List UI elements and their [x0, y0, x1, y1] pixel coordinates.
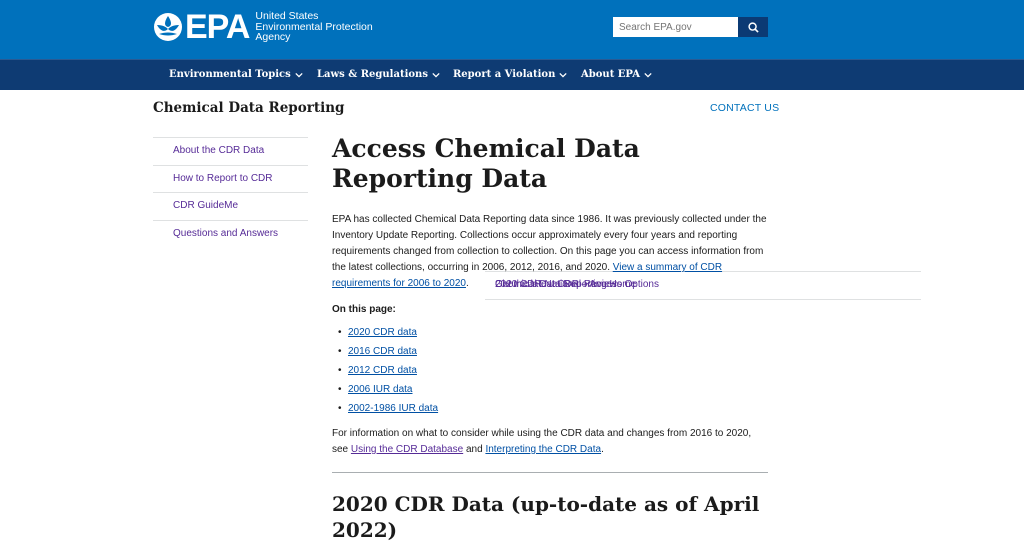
site-header: EPA United States Environmental Protecti… [0, 0, 1024, 59]
epa-flower-icon [153, 12, 183, 42]
nav-label: Environmental Topics [169, 69, 291, 80]
main-nav: Environmental Topics Laws & Regulations … [0, 59, 1024, 90]
agency-line-3: Agency [255, 31, 291, 43]
link-2020-cdr-data[interactable]: 2020 CDR data [348, 327, 417, 338]
nav-report-violation[interactable]: Report a Violation [453, 60, 568, 90]
list-item: 2002-1986 IUR data [338, 399, 768, 418]
interpreting-cdr-data-link[interactable]: Interpreting the CDR Data [485, 444, 601, 455]
search-input[interactable] [613, 17, 738, 37]
nav-laws-regulations[interactable]: Laws & Regulations [317, 60, 440, 90]
agency-name: United States Environmental Protection A… [255, 11, 372, 43]
link-2002-1986-iur-data[interactable]: 2002-1986 IUR data [348, 403, 438, 414]
search-button[interactable] [738, 17, 768, 37]
sidebar-item-about-cdr-data[interactable]: About the CDR Data [153, 137, 308, 165]
nav-label: About EPA [581, 69, 640, 80]
intro-paragraph: EPA has collected Chemical Data Reportin… [332, 212, 768, 292]
search-icon [747, 21, 759, 33]
on-this-page-list: 2020 CDR data 2016 CDR data 2012 CDR dat… [338, 323, 768, 418]
list-item: 2006 IUR data [338, 380, 768, 399]
section-divider [332, 472, 768, 473]
usage-end: . [601, 444, 604, 455]
nav-label: Laws & Regulations [317, 69, 428, 80]
sidebar-item-questions-answers[interactable]: Questions and Answers [153, 219, 308, 248]
epa-logo[interactable]: EPA United States Environmental Protecti… [153, 7, 373, 46]
list-item: 2016 CDR data [338, 342, 768, 361]
search-form [613, 17, 768, 37]
chevron-down-icon [644, 72, 652, 78]
list-item: 2020 CDR data [338, 323, 768, 342]
link-2006-iur-data[interactable]: 2006 IUR data [348, 384, 413, 395]
main-content: Access Chemical Data Reporting Data EPA … [332, 134, 768, 543]
sidebar-item-cdr-guideme[interactable]: CDR GuideMe [153, 192, 308, 220]
using-cdr-database-link[interactable]: Using the CDR Database [351, 444, 463, 455]
usage-conjunction: and [463, 444, 486, 455]
chevron-down-icon [432, 72, 440, 78]
usage-paragraph: For information on what to consider whil… [332, 426, 768, 458]
sidebar-nav: Chemical Data Reporting Home About the C… [153, 137, 921, 300]
nav-about-epa[interactable]: About EPA [581, 60, 652, 90]
logo-text: EPA [185, 7, 250, 46]
contact-us-link[interactable]: CONTACT US [710, 102, 779, 114]
list-item: 2012 CDR data [338, 361, 768, 380]
chevron-down-icon [295, 72, 303, 78]
page-title: Access Chemical Data Reporting Data [332, 134, 640, 193]
link-2016-cdr-data[interactable]: 2016 CDR data [348, 346, 417, 357]
on-this-page-heading: On this page: [332, 304, 396, 315]
site-section-title[interactable]: Chemical Data Reporting [153, 100, 344, 116]
sidebar-item-how-to-report[interactable]: How to Report to CDR [153, 164, 308, 193]
intro-end: . [465, 278, 469, 289]
section-heading-2020: 2020 CDR Data (up-to-date as of April 20… [332, 492, 760, 542]
nav-environmental-topics[interactable]: Environmental Topics [169, 60, 303, 90]
nav-label: Report a Violation [453, 69, 556, 80]
chevron-down-icon [559, 72, 568, 78]
link-2012-cdr-data[interactable]: 2012 CDR data [348, 365, 417, 376]
